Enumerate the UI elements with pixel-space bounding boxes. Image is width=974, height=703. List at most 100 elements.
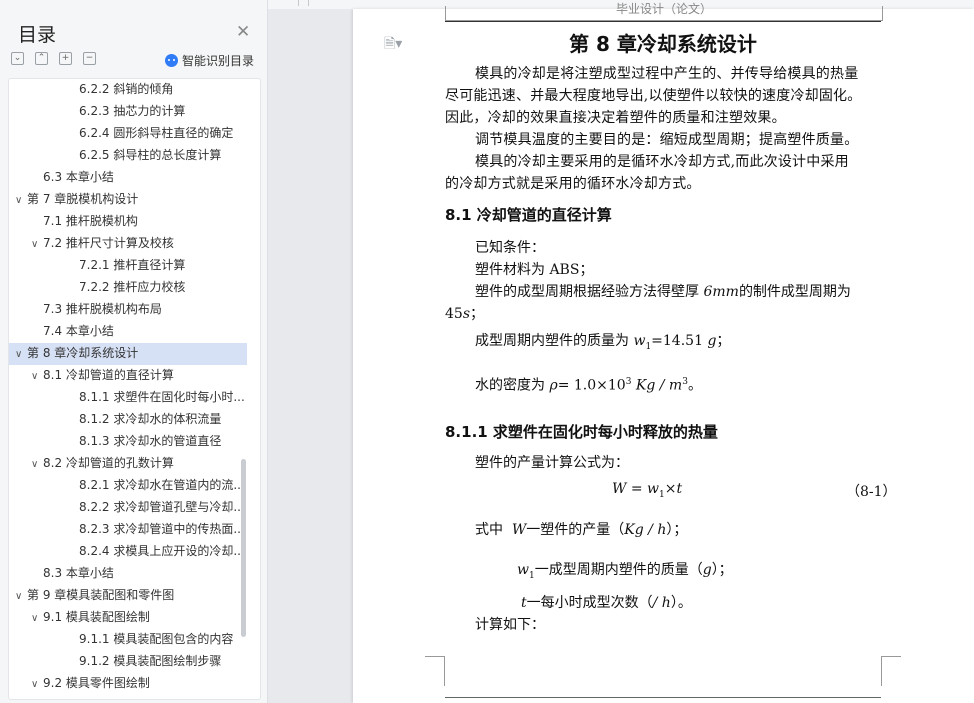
- toc-item[interactable]: 8.2.1 求冷却水在管道内的流...: [9, 475, 260, 497]
- toc-item[interactable]: ∨ 第 7 章脱模机构设计: [9, 189, 247, 211]
- toc-item-label: 6.2.4 圆形斜导柱直径的确定: [79, 126, 234, 140]
- where-line: 式中 W一塑件的产量（Kg / h）；: [475, 522, 688, 538]
- toc-item[interactable]: 8.2.2 求冷却管道孔壁与冷却...: [9, 497, 260, 519]
- section-heading: 8.1 冷却管道的直径计算: [445, 206, 612, 224]
- toc-item[interactable]: ∨ 9.1 模具装配图绘制: [9, 607, 260, 629]
- toc-sidebar: 目录 ✕ ⌄ ⌃ + − 智能识别目录 6.2.2 斜销的倾角 6.2.3 抽芯力的计算…: [0, 0, 268, 703]
- toc-scrollbar[interactable]: [241, 459, 246, 637]
- equation-number: （8-1）: [846, 484, 897, 500]
- collapse-all-icon[interactable]: ⌄: [11, 52, 24, 65]
- expand-caret-icon[interactable]: ∨: [31, 235, 43, 255]
- toc-item-label: 7.2.1 推杆直径计算: [79, 258, 186, 272]
- toc-item-label: 7.3 推杆脱模机构布局: [43, 302, 162, 316]
- cycle-value-line: 45s；: [445, 306, 485, 322]
- toc-item-label: 6.2.2 斜销的倾角: [79, 82, 174, 96]
- formula-8-1: W = w1×t: [612, 481, 683, 500]
- cycle-line: 塑件的成型周期根据经验方法得壁厚 6mm的制件成型周期为: [475, 284, 851, 300]
- paragraph-1: 模具的冷却是将注塑成型过程中产生的、并传导给模具的热量 尽可能迅速、并最大程度地…: [445, 63, 881, 195]
- footer-line: [445, 697, 881, 698]
- toc-item[interactable]: 7.2.1 推杆直径计算: [9, 255, 260, 277]
- text-line: 的冷却方式就是采用的循环水冷却方式。: [445, 176, 701, 192]
- toc-item-label: 8.2.4 求模具上应开设的冷却...: [79, 544, 245, 558]
- page-header: 毕业设计（论文）: [615, 2, 712, 16]
- toc-item[interactable]: ∨ 第 9 章模具装配图和零件图: [9, 585, 247, 607]
- mass-line: 成型周期内塑件的质量为 w1=14.51 g；: [475, 333, 731, 352]
- toc-item-label: 7.4 本章小结: [43, 324, 114, 338]
- toc-item-label: 8.2.3 求冷却管道中的传热面...: [79, 522, 245, 536]
- add-icon[interactable]: +: [59, 52, 72, 65]
- toc-item[interactable]: ∨ 7.2 推杆尺寸计算及校核: [9, 233, 260, 255]
- toc-item[interactable]: 7.4 本章小结: [9, 321, 260, 343]
- expand-caret-icon[interactable]: ∨: [31, 367, 43, 387]
- toc-item-label: 7.2.2 推杆应力校核: [79, 280, 186, 294]
- remove-icon[interactable]: −: [83, 52, 96, 65]
- toc-item-label: 第 7 章脱模机构设计: [27, 192, 139, 206]
- toc-item[interactable]: 8.1.3 求冷却水的管道直径: [9, 431, 260, 453]
- expand-caret-icon[interactable]: ∨: [31, 609, 43, 629]
- toc-item-label: 6.2.5 斜导柱的总长度计算: [79, 148, 222, 162]
- calc-line: 计算如下：: [475, 617, 545, 633]
- toc-item[interactable]: 8.3 本章小结: [9, 563, 260, 585]
- production-formula-intro: 塑件的产量计算公式为：: [475, 455, 629, 471]
- close-icon[interactable]: ✕: [236, 22, 250, 42]
- crop-mark: [444, 656, 446, 686]
- toc-item-label: 6.2.3 抽芯力的计算: [79, 104, 186, 118]
- toc-item[interactable]: 6.2.4 圆形斜导柱直径的确定: [9, 123, 260, 145]
- toc-item-label: 9.2 模具零件图绘制: [43, 676, 150, 690]
- toc-item[interactable]: ∨ 第 8 章冷却系统设计: [9, 343, 247, 365]
- toc-item[interactable]: 8.2.3 求冷却管道中的传热面...: [9, 519, 260, 541]
- chapter-title: 第 8 章冷却系统设计: [569, 32, 757, 56]
- expand-caret-icon[interactable]: ∨: [31, 455, 43, 475]
- header-line: [445, 21, 881, 22]
- toc-item[interactable]: 6.2.5 斜导柱的总长度计算: [9, 145, 260, 167]
- smart-toc-button[interactable]: 智能识别目录: [165, 52, 254, 69]
- ai-robot-icon: [165, 54, 178, 67]
- w1-definition: w1一成型周期内塑件的质量（g）；: [517, 562, 733, 581]
- toc-item[interactable]: 6.2.2 斜销的倾角: [9, 79, 260, 101]
- toc-item-label: 第 8 章冷却系统设计: [27, 346, 139, 360]
- toc-item-label: 8.1.2 求冷却水的体积流量: [79, 412, 222, 426]
- toc-item[interactable]: ∨ 8.1 冷却管道的直径计算: [9, 365, 260, 387]
- toc-item[interactable]: 6.3 本章小结: [9, 167, 260, 189]
- density-line: 水的密度为 ρ= 1.0×103 Kg / m3。: [475, 377, 702, 394]
- expand-caret-icon[interactable]: ∨: [31, 675, 43, 695]
- toc-item[interactable]: 8.1.2 求冷却水的体积流量: [9, 409, 260, 431]
- toc-item-label: 8.1.1 求塑件在固化时每小时...: [79, 390, 245, 404]
- toc-item-label: 8.1 冷却管道的直径计算: [43, 368, 174, 382]
- toc-item[interactable]: 7.3 推杆脱模机构布局: [9, 299, 260, 321]
- toc-toolbar: ⌄ ⌃ + −: [11, 52, 107, 68]
- toc-item-label: 8.3 本章小结: [43, 566, 114, 580]
- toc-item[interactable]: 8.1.1 求塑件在固化时每小时...: [9, 387, 260, 409]
- toc-item[interactable]: 7.1 推杆脱模机构: [9, 211, 260, 233]
- expand-caret-icon[interactable]: ∨: [15, 345, 27, 365]
- known-conditions: 已知条件：: [475, 240, 545, 256]
- toc-item[interactable]: ∨ 9.2 模具零件图绘制: [9, 673, 260, 695]
- toc-item-label: 8.1.3 求冷却水的管道直径: [79, 434, 222, 448]
- subsection-heading: 8.1.1 求塑件在固化时每小时释放的热量: [445, 423, 718, 441]
- t-definition: t一每小时成型次数（/ h）。: [521, 595, 692, 611]
- document-icon[interactable]: 🗎▾: [384, 33, 402, 57]
- page-header-box: 毕业设计（论文）: [445, 2, 883, 21]
- toc-item[interactable]: 9.1.2 模具装配图绘制步骤: [9, 651, 260, 673]
- toc-item[interactable]: ∨ 8.2 冷却管道的孔数计算: [9, 453, 260, 475]
- sidebar-title: 目录: [18, 24, 57, 46]
- toc-item-label: 第 9 章模具装配图和零件图: [27, 588, 175, 602]
- crop-mark: [425, 656, 445, 671]
- toc-item-label: 6.3 本章小结: [43, 170, 114, 184]
- expand-caret-icon[interactable]: ∨: [15, 587, 27, 607]
- crop-mark: [881, 656, 901, 671]
- toc-item[interactable]: 8.2.4 求模具上应开设的冷却...: [9, 541, 260, 563]
- toc-item[interactable]: 9.1.1 模具装配图包含的内容: [9, 629, 260, 651]
- toc-item-label: 8.2.1 求冷却水在管道内的流...: [79, 478, 245, 492]
- expand-caret-icon[interactable]: ∨: [15, 191, 27, 211]
- toc-item-label: 7.2 推杆尺寸计算及校核: [43, 236, 174, 250]
- text-line: 尽可能迅速、并最大程度地导出,以使塑件以较快的速度冷却固化。: [445, 88, 862, 104]
- toc-item[interactable]: 7.2.2 推杆应力校核: [9, 277, 260, 299]
- toc-item-label: 8.2.2 求冷却管道孔壁与冷却...: [79, 500, 245, 514]
- expand-up-icon[interactable]: ⌃: [35, 52, 48, 65]
- toc-item-label: 9.1.2 模具装配图绘制步骤: [79, 654, 222, 668]
- text-line: 模具的冷却主要采用的是循环水冷却方式,而此次设计中采用: [475, 154, 849, 170]
- text-line: 调节模具温度的主要目的是：缩短成型周期；提高塑件质量。: [475, 132, 859, 148]
- toc-item-label: 8.2 冷却管道的孔数计算: [43, 456, 174, 470]
- toc-item[interactable]: 6.2.3 抽芯力的计算: [9, 101, 260, 123]
